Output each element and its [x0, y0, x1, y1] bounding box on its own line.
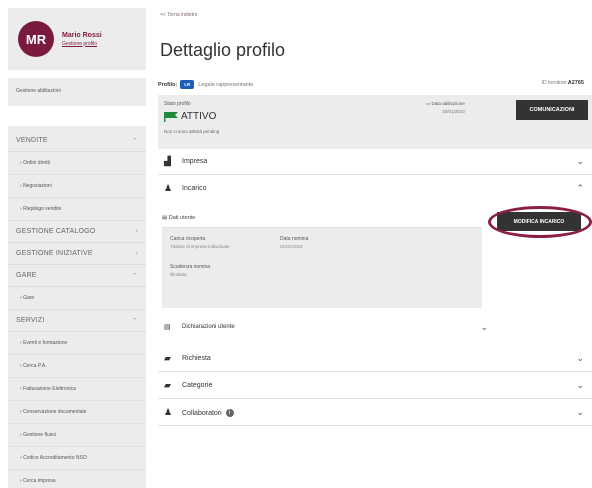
chevron-right-icon: ›: [135, 228, 138, 235]
manage-profile-link[interactable]: Gestione profilo: [62, 41, 102, 47]
chevron-down-icon: ⌄: [576, 407, 584, 417]
nomina-value: 01/01/2023: [280, 244, 303, 249]
accordion-categorie[interactable]: ▰ Categorie ⌄: [158, 373, 592, 399]
info-icon[interactable]: i: [225, 408, 234, 417]
chevron-up-icon: ⌃: [576, 182, 584, 193]
dati-utente-box: Carica ricoperta Titolare di impresa ind…: [162, 228, 482, 308]
person-icon: ♟: [164, 407, 173, 417]
scadenza-label: Scadenza nomina: [170, 264, 211, 270]
sidebar-section-gestione-iniziative[interactable]: GESTIONE INIZIATIVE ›: [8, 243, 146, 265]
nomina-label: Data nomina: [280, 236, 309, 242]
scadenza-value: Illimitata: [170, 272, 187, 277]
profile-label: Profilo:: [158, 81, 178, 88]
person-icon: ♟: [164, 182, 173, 193]
sidebar-item-negoziazioni[interactable]: › Negoziazioni: [8, 175, 146, 198]
breadcrumb-back-link[interactable]: << Torna indietro: [160, 12, 197, 18]
sidebar-nav: VENDITE ⌃ › Ordini diretti › Negoziazioni…: [8, 126, 146, 488]
sidebar-section-servizi[interactable]: SERVIZI ⌃: [8, 310, 146, 332]
profile-badge: LR: [180, 80, 195, 89]
folder-icon: ▰: [164, 380, 171, 390]
sidebar-item-gestione-flussi[interactable]: › Gestione flussi: [8, 424, 146, 447]
chevron-up-icon: ⌃: [131, 272, 138, 280]
building-icon: ▟: [164, 156, 171, 166]
chevron-down-icon: ⌄: [576, 156, 584, 166]
sidebar-item-cerca-impresa[interactable]: › Cerca impresa: [8, 470, 146, 488]
sidebar-section-gestione-catalogo[interactable]: GESTIONE CATALOGO ›: [8, 221, 146, 243]
sidebar-item-conservazione[interactable]: › Conservazione documentale: [8, 401, 146, 424]
chevron-down-icon: ⌄: [576, 380, 584, 390]
sidebar-section-gare[interactable]: GARE ⌃: [8, 265, 146, 287]
main-content: << Torna indietro Dettaglio profilo Prof…: [158, 0, 592, 488]
accordion-collaboratori[interactable]: ♟ Collaboratori i ⌄: [158, 400, 592, 426]
user-info: Mario Rossi Gestione profilo: [62, 32, 102, 47]
accordion-richiesta[interactable]: ▰ Richiesta ⌄: [158, 346, 592, 372]
sidebar-item-ordini-diretti[interactable]: › Ordini diretti: [8, 152, 146, 175]
sidebar-item-fatturazione[interactable]: › Fatturazione Elettronica: [8, 378, 146, 401]
supplier-id: ID fornitore A2765: [541, 80, 584, 86]
chevron-right-icon: ›: [135, 250, 138, 257]
folder-icon: ▰: [164, 353, 171, 363]
chevron-down-icon: ⌄: [576, 353, 584, 363]
abilitazione-info: ▭ Data abilitazione 20/01/2023: [426, 101, 465, 114]
dati-utente-header: ▤ Dati utente: [162, 208, 482, 228]
flag-icon: [164, 111, 178, 122]
id-card-icon: ▤: [164, 324, 171, 331]
id-card-icon: ▤: [162, 214, 169, 221]
comunicazioni-button[interactable]: COMUNICAZIONI: [516, 100, 588, 120]
sidebar-item-cerca-pa[interactable]: › Cerca P.A.: [8, 355, 146, 378]
avatar: MR: [18, 21, 54, 57]
carica-value: Titolare di impresa individuale: [170, 244, 230, 249]
highlight-annotation: [488, 206, 592, 238]
profile-line: Profilo: LR Legale rappresentante: [158, 80, 253, 89]
user-name: Mario Rossi: [62, 31, 102, 39]
sidebar-section-vendite[interactable]: VENDITE ⌃: [8, 130, 146, 152]
sidebar-item-gare[interactable]: › Gare: [8, 287, 146, 310]
user-card: MR Mario Rossi Gestione profilo: [8, 8, 146, 70]
accordion-incarico[interactable]: ♟ Incarico ⌃: [158, 175, 592, 201]
sidebar-item-gestione-abilitazioni[interactable]: Gestione abilitazioni: [8, 78, 146, 106]
sidebar-item-riepilogo-vendite[interactable]: › Riepilogo vendite: [8, 198, 146, 221]
status-label: Stato profilo: [164, 101, 191, 107]
status-value: ATTIVO: [164, 111, 216, 122]
accordion-dichiarazioni[interactable]: ▤ Dichiarazioni utente ⌄: [158, 316, 488, 338]
page-title: Dettaglio profilo: [160, 40, 286, 60]
sidebar-item-codice-nso[interactable]: › Codice Accreditamento NSO: [8, 447, 146, 470]
status-note: Non ci sono attività pending: [164, 129, 220, 134]
calendar-icon: ▭: [426, 101, 431, 106]
profile-role: Legale rappresentante: [198, 81, 254, 88]
chevron-up-icon: ⌃: [131, 317, 138, 325]
status-box: Stato profilo ATTIVO Non ci sono attivit…: [158, 95, 592, 149]
sidebar: MR Mario Rossi Gestione profilo Gestione…: [8, 8, 146, 488]
accordion-impresa[interactable]: ▟ Impresa ⌄: [158, 149, 592, 175]
carica-label: Carica ricoperta: [170, 236, 206, 242]
chevron-down-icon: ⌄: [480, 321, 488, 332]
sidebar-item-eventi-formazione[interactable]: › Eventi e formazione: [8, 332, 146, 355]
chevron-up-icon: ⌃: [131, 137, 138, 145]
